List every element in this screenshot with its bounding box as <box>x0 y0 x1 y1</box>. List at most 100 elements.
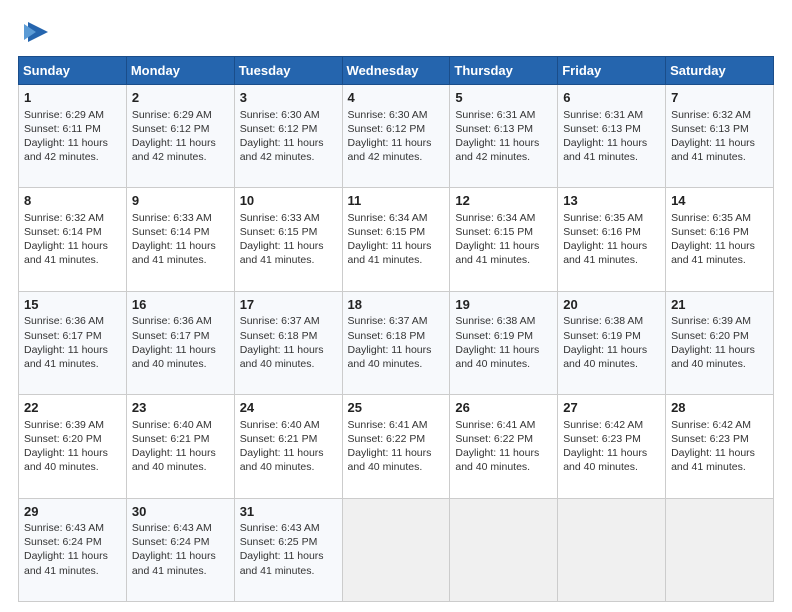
day-info-line: Daylight: 11 hours <box>24 343 121 357</box>
calendar-cell: 1Sunrise: 6:29 AMSunset: 6:11 PMDaylight… <box>19 85 127 188</box>
day-number: 26 <box>455 399 552 417</box>
day-info-line: Sunset: 6:22 PM <box>348 432 445 446</box>
day-info-line: Sunset: 6:12 PM <box>240 122 337 136</box>
day-info-line: Daylight: 11 hours <box>132 239 229 253</box>
day-info-line: Sunrise: 6:32 AM <box>671 108 768 122</box>
day-info-line: Sunset: 6:15 PM <box>240 225 337 239</box>
day-info-line: Sunrise: 6:30 AM <box>348 108 445 122</box>
day-info-line: and 40 minutes. <box>240 460 337 474</box>
day-info-line: Daylight: 11 hours <box>24 549 121 563</box>
day-info-line: and 40 minutes. <box>132 460 229 474</box>
day-info-line: Daylight: 11 hours <box>455 136 552 150</box>
day-info-line: Daylight: 11 hours <box>240 343 337 357</box>
calendar-cell: 8Sunrise: 6:32 AMSunset: 6:14 PMDaylight… <box>19 188 127 291</box>
day-info-line: and 41 minutes. <box>563 253 660 267</box>
day-info-line: Sunrise: 6:36 AM <box>132 314 229 328</box>
day-info-line: Daylight: 11 hours <box>240 446 337 460</box>
calendar-week-row: 1Sunrise: 6:29 AMSunset: 6:11 PMDaylight… <box>19 85 774 188</box>
calendar-weekday-wednesday: Wednesday <box>342 57 450 85</box>
calendar-cell: 5Sunrise: 6:31 AMSunset: 6:13 PMDaylight… <box>450 85 558 188</box>
calendar-week-row: 8Sunrise: 6:32 AMSunset: 6:14 PMDaylight… <box>19 188 774 291</box>
day-info-line: Daylight: 11 hours <box>132 446 229 460</box>
day-number: 22 <box>24 399 121 417</box>
day-number: 5 <box>455 89 552 107</box>
calendar-cell: 7Sunrise: 6:32 AMSunset: 6:13 PMDaylight… <box>666 85 774 188</box>
day-info-line: and 41 minutes. <box>132 564 229 578</box>
day-info-line: Daylight: 11 hours <box>240 549 337 563</box>
day-info-line: Daylight: 11 hours <box>24 136 121 150</box>
day-number: 8 <box>24 192 121 210</box>
calendar-cell: 19Sunrise: 6:38 AMSunset: 6:19 PMDayligh… <box>450 291 558 394</box>
day-info-line: Sunset: 6:24 PM <box>24 535 121 549</box>
day-info-line: Sunrise: 6:36 AM <box>24 314 121 328</box>
day-info-line: Sunrise: 6:39 AM <box>671 314 768 328</box>
day-info-line: Sunrise: 6:42 AM <box>671 418 768 432</box>
calendar-weekday-monday: Monday <box>126 57 234 85</box>
day-info-line: and 40 minutes. <box>563 460 660 474</box>
day-info-line: Sunset: 6:12 PM <box>132 122 229 136</box>
day-number: 19 <box>455 296 552 314</box>
day-info-line: Sunrise: 6:40 AM <box>240 418 337 432</box>
day-info-line: Sunset: 6:13 PM <box>455 122 552 136</box>
calendar-cell: 16Sunrise: 6:36 AMSunset: 6:17 PMDayligh… <box>126 291 234 394</box>
day-info-line: and 41 minutes. <box>671 460 768 474</box>
day-info-line: and 41 minutes. <box>563 150 660 164</box>
calendar-weekday-tuesday: Tuesday <box>234 57 342 85</box>
day-number: 3 <box>240 89 337 107</box>
day-info-line: Sunrise: 6:42 AM <box>563 418 660 432</box>
day-info-line: and 41 minutes. <box>132 253 229 267</box>
day-info-line: Sunset: 6:17 PM <box>132 329 229 343</box>
day-info-line: Sunset: 6:18 PM <box>348 329 445 343</box>
day-info-line: Daylight: 11 hours <box>671 446 768 460</box>
day-info-line: and 41 minutes. <box>240 564 337 578</box>
calendar-cell: 23Sunrise: 6:40 AMSunset: 6:21 PMDayligh… <box>126 395 234 498</box>
calendar-cell: 26Sunrise: 6:41 AMSunset: 6:22 PMDayligh… <box>450 395 558 498</box>
logo-icon <box>22 18 50 46</box>
calendar-cell: 20Sunrise: 6:38 AMSunset: 6:19 PMDayligh… <box>558 291 666 394</box>
day-number: 20 <box>563 296 660 314</box>
day-info-line: Sunrise: 6:33 AM <box>132 211 229 225</box>
day-info-line: Daylight: 11 hours <box>24 239 121 253</box>
calendar-weekday-saturday: Saturday <box>666 57 774 85</box>
calendar-table: SundayMondayTuesdayWednesdayThursdayFrid… <box>18 56 774 602</box>
calendar-cell: 22Sunrise: 6:39 AMSunset: 6:20 PMDayligh… <box>19 395 127 498</box>
calendar-cell: 31Sunrise: 6:43 AMSunset: 6:25 PMDayligh… <box>234 498 342 601</box>
day-info-line: and 40 minutes. <box>671 357 768 371</box>
day-info-line: Sunrise: 6:38 AM <box>455 314 552 328</box>
day-info-line: Sunrise: 6:34 AM <box>455 211 552 225</box>
day-info-line: and 40 minutes. <box>240 357 337 371</box>
calendar-cell: 28Sunrise: 6:42 AMSunset: 6:23 PMDayligh… <box>666 395 774 498</box>
day-number: 10 <box>240 192 337 210</box>
day-info-line: Daylight: 11 hours <box>671 343 768 357</box>
day-info-line: Sunset: 6:23 PM <box>671 432 768 446</box>
day-info-line: Daylight: 11 hours <box>671 136 768 150</box>
day-info-line: Sunrise: 6:31 AM <box>563 108 660 122</box>
day-info-line: Daylight: 11 hours <box>455 239 552 253</box>
day-number: 15 <box>24 296 121 314</box>
calendar-cell: 17Sunrise: 6:37 AMSunset: 6:18 PMDayligh… <box>234 291 342 394</box>
day-info-line: Daylight: 11 hours <box>563 343 660 357</box>
day-number: 2 <box>132 89 229 107</box>
day-info-line: Sunrise: 6:43 AM <box>24 521 121 535</box>
day-info-line: Daylight: 11 hours <box>563 136 660 150</box>
day-info-line: Sunrise: 6:30 AM <box>240 108 337 122</box>
day-number: 17 <box>240 296 337 314</box>
day-info-line: Sunrise: 6:35 AM <box>563 211 660 225</box>
day-number: 9 <box>132 192 229 210</box>
calendar-cell <box>450 498 558 601</box>
day-info-line: Sunset: 6:12 PM <box>348 122 445 136</box>
calendar-cell: 29Sunrise: 6:43 AMSunset: 6:24 PMDayligh… <box>19 498 127 601</box>
day-number: 25 <box>348 399 445 417</box>
day-info-line: Sunset: 6:14 PM <box>132 225 229 239</box>
day-info-line: Daylight: 11 hours <box>132 549 229 563</box>
day-number: 16 <box>132 296 229 314</box>
calendar-cell: 6Sunrise: 6:31 AMSunset: 6:13 PMDaylight… <box>558 85 666 188</box>
day-info-line: Sunrise: 6:33 AM <box>240 211 337 225</box>
calendar-week-row: 29Sunrise: 6:43 AMSunset: 6:24 PMDayligh… <box>19 498 774 601</box>
calendar-header-row: SundayMondayTuesdayWednesdayThursdayFrid… <box>19 57 774 85</box>
day-number: 11 <box>348 192 445 210</box>
calendar-cell: 24Sunrise: 6:40 AMSunset: 6:21 PMDayligh… <box>234 395 342 498</box>
day-info-line: Sunset: 6:19 PM <box>563 329 660 343</box>
day-info-line: and 40 minutes. <box>455 357 552 371</box>
day-info-line: Daylight: 11 hours <box>24 446 121 460</box>
